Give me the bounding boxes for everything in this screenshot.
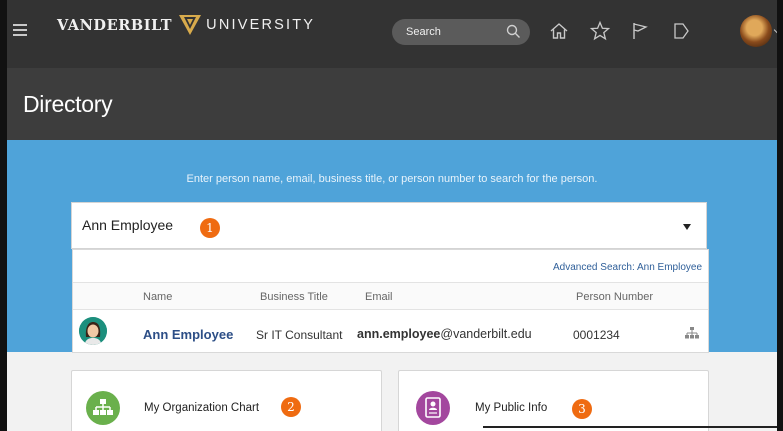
brand-vanderbilt: VANDERBILT (57, 16, 173, 34)
avatar (79, 317, 107, 345)
card-label-public-info: My Public Info (475, 402, 548, 414)
search-placeholder: Search (406, 26, 441, 38)
page-title-bar: Directory (7, 68, 777, 140)
result-email: ann.employee@vanderbilt.edu (357, 327, 532, 341)
favorites-star-icon[interactable] (589, 20, 611, 42)
result-row[interactable]: Ann Employee Sr IT Consultant ann.employ… (73, 310, 708, 354)
notifications-icon[interactable] (670, 20, 692, 42)
column-header-email: Email (365, 291, 393, 303)
column-header-person-number: Person Number (576, 291, 654, 303)
vanderbilt-v-oak-icon (179, 15, 202, 35)
callout-badge-1: 1 (200, 218, 220, 238)
public-info-card-icon (416, 391, 450, 425)
person-search-value: Ann Employee (82, 217, 174, 233)
divider (483, 426, 777, 428)
top-nav-bar: VANDERBILT UNIVERSITY Search (7, 0, 777, 68)
result-email-domain: @vanderbilt.edu (440, 327, 532, 341)
result-name[interactable]: Ann Employee (143, 327, 233, 342)
org-chart-card-icon (86, 391, 120, 425)
card-my-public-info[interactable]: My Public Info (398, 370, 709, 431)
result-business-title: Sr IT Consultant (256, 328, 343, 342)
callout-badge-2: 2 (281, 397, 301, 417)
callout-badge-3: 3 (572, 399, 592, 419)
search-icon[interactable] (506, 24, 521, 39)
search-hint: Enter person name, email, business title… (186, 173, 598, 185)
flag-icon[interactable] (629, 20, 651, 42)
result-person-number: 0001234 (573, 328, 620, 342)
chevron-down-icon (773, 25, 777, 35)
home-icon[interactable] (548, 20, 570, 42)
university-logo[interactable]: VANDERBILT UNIVERSITY (57, 13, 315, 37)
app-window: VANDERBILT UNIVERSITY Search Directory E… (0, 0, 783, 431)
user-avatar[interactable] (740, 15, 777, 47)
advanced-search-link[interactable]: Advanced Search: Ann Employee (553, 262, 702, 273)
search-results-dropdown: Advanced Search: Ann Employee Name Busin… (72, 249, 709, 353)
dropdown-arrow-icon[interactable] (683, 224, 691, 230)
global-search-input[interactable]: Search (392, 19, 530, 45)
column-header-name: Name (143, 291, 173, 303)
page-title: Directory (23, 91, 113, 117)
org-chart-icon[interactable] (685, 327, 699, 339)
menu-icon[interactable] (13, 24, 27, 36)
brand-university: UNIVERSITY (206, 17, 316, 33)
card-label-org-chart: My Organization Chart (144, 402, 260, 414)
column-header-business-title: Business Title (260, 291, 328, 303)
result-email-user: ann.employee (357, 327, 441, 341)
results-header: Name Business Title Email Person Number (73, 282, 708, 310)
person-search-combobox[interactable]: Ann Employee (71, 202, 707, 249)
card-my-organization-chart[interactable]: My Organization Chart (71, 370, 382, 431)
